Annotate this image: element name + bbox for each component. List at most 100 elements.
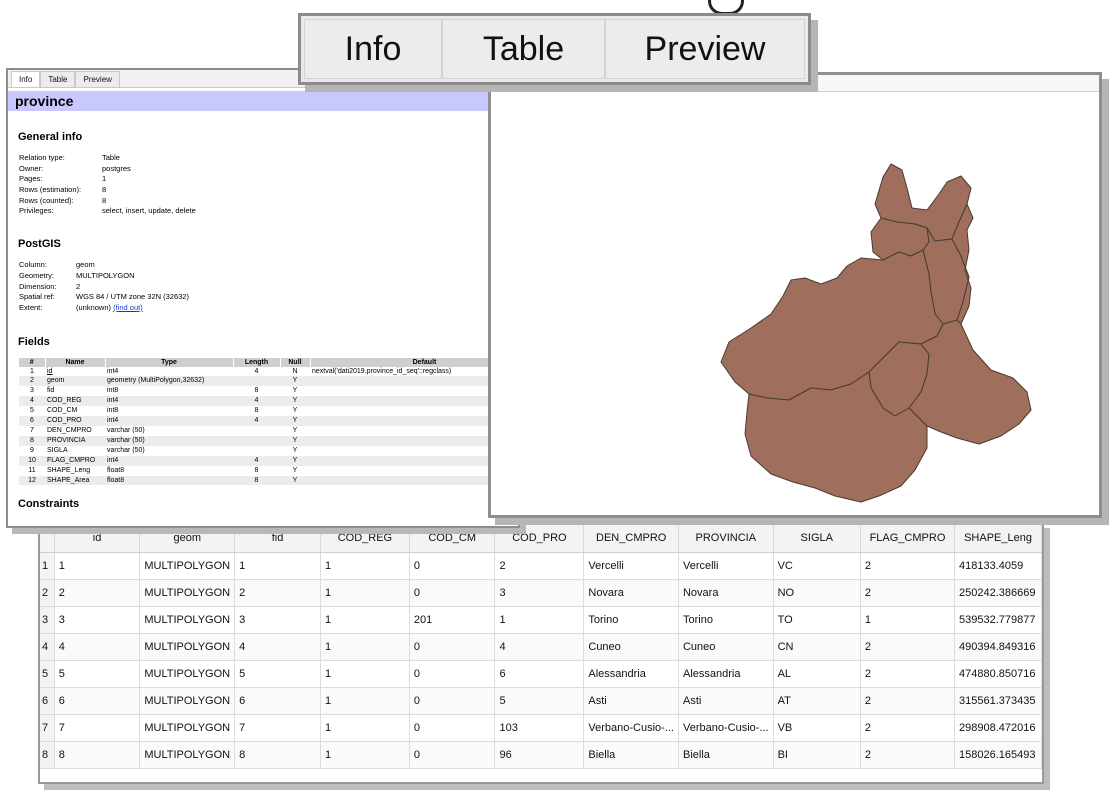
table-cell[interactable]: Novara: [678, 579, 774, 607]
table-cell[interactable]: 1: [494, 606, 585, 634]
table-cell[interactable]: 2: [494, 552, 585, 580]
table-cell[interactable]: BI: [773, 741, 861, 769]
table-cell[interactable]: 1: [320, 714, 410, 742]
table-row[interactable]: 3 3 MULTIPOLYGON 3 1 201 1 Torino Torino TO 1 53953…: [40, 606, 1042, 634]
table-cell[interactable]: 2: [860, 714, 956, 742]
table-cell[interactable]: 1: [320, 660, 410, 688]
table-cell[interactable]: MULTIPOLYGON: [139, 579, 236, 607]
table-cell[interactable]: MULTIPOLYGON: [139, 687, 236, 715]
row-number[interactable]: 5: [40, 660, 55, 688]
table-cell[interactable]: Biella: [583, 741, 679, 769]
table-cell[interactable]: 2: [234, 579, 321, 607]
column-header[interactable]: FLAG_CMPRO: [860, 524, 956, 553]
tab-table[interactable]: Table: [40, 71, 76, 87]
table-cell[interactable]: 0: [409, 687, 496, 715]
table-cell[interactable]: 250242.386669: [954, 579, 1042, 607]
table-cell[interactable]: 4: [234, 633, 321, 661]
table-cell[interactable]: 5: [494, 687, 585, 715]
table-cell[interactable]: 7: [234, 714, 321, 742]
table-cell[interactable]: 1: [320, 552, 410, 580]
table-cell[interactable]: 3: [234, 606, 321, 634]
table-cell[interactable]: 1: [320, 741, 410, 769]
column-header[interactable]: COD_REG: [320, 524, 410, 553]
zoom-tab-table[interactable]: Table: [442, 19, 605, 79]
table-cell[interactable]: Torino: [678, 606, 774, 634]
row-number[interactable]: 6: [40, 687, 55, 715]
table-row[interactable]: 5 5 MULTIPOLYGON 5 1 0 6 Alessandria Alessandria…: [40, 660, 1042, 688]
table-cell[interactable]: AT: [773, 687, 861, 715]
table-cell[interactable]: 474880.850716: [954, 660, 1042, 688]
table-cell[interactable]: 0: [409, 552, 496, 580]
table-cell[interactable]: 0: [409, 741, 496, 769]
table-cell[interactable]: 6: [54, 687, 141, 715]
table-cell[interactable]: 158026.165493: [954, 741, 1042, 769]
table-cell[interactable]: MULTIPOLYGON: [139, 552, 236, 580]
table-cell[interactable]: 315561.373435: [954, 687, 1042, 715]
table-cell[interactable]: 3: [494, 579, 585, 607]
table-cell[interactable]: 1: [54, 552, 141, 580]
table-cell[interactable]: 5: [234, 660, 321, 688]
column-header[interactable]: fid: [234, 524, 321, 553]
table-cell[interactable]: Verbano-Cusio-...: [583, 714, 679, 742]
table-cell[interactable]: MULTIPOLYGON: [139, 633, 236, 661]
table-cell[interactable]: Cuneo: [583, 633, 679, 661]
table-cell[interactable]: 3: [54, 606, 141, 634]
find-out-link[interactable]: (find out): [113, 303, 143, 314]
table-cell[interactable]: MULTIPOLYGON: [139, 741, 236, 769]
table-cell[interactable]: 201: [409, 606, 496, 634]
table-cell[interactable]: VC: [773, 552, 861, 580]
tab-preview[interactable]: Preview: [75, 71, 120, 87]
table-cell[interactable]: 96: [494, 741, 585, 769]
row-number[interactable]: 8: [40, 741, 55, 769]
row-number[interactable]: 7: [40, 714, 55, 742]
table-cell[interactable]: 0: [409, 633, 496, 661]
table-cell[interactable]: 2: [860, 687, 956, 715]
table-cell[interactable]: Verbano-Cusio-...: [678, 714, 774, 742]
column-header[interactable]: SHAPE_Leng: [954, 524, 1042, 553]
table-cell[interactable]: Alessandria: [583, 660, 679, 688]
zoom-tab-info[interactable]: Info: [304, 19, 442, 79]
table-cell[interactable]: 2: [860, 741, 956, 769]
column-header[interactable]: COD_CM: [409, 524, 496, 553]
table-cell[interactable]: Asti: [678, 687, 774, 715]
table-cell[interactable]: VB: [773, 714, 861, 742]
table-cell[interactable]: 2: [860, 660, 956, 688]
row-number[interactable]: 1: [40, 552, 55, 580]
table-row[interactable]: 8 8 MULTIPOLYGON 8 1 0 96 Biella Biella BI 2 158026…: [40, 741, 1042, 769]
table-cell[interactable]: 2: [860, 552, 956, 580]
column-header[interactable]: COD_PRO: [494, 524, 585, 553]
table-cell[interactable]: 0: [409, 714, 496, 742]
table-cell[interactable]: Asti: [583, 687, 679, 715]
table-cell[interactable]: 2: [860, 633, 956, 661]
column-header[interactable]: PROVINCIA: [678, 524, 774, 553]
table-cell[interactable]: 418133.4059: [954, 552, 1042, 580]
table-cell[interactable]: 1: [320, 606, 410, 634]
table-cell[interactable]: Vercelli: [583, 552, 679, 580]
table-cell[interactable]: 0: [409, 660, 496, 688]
table-row[interactable]: 1 1 MULTIPOLYGON 1 1 0 2 Vercelli Vercelli VC 2 418…: [40, 552, 1042, 580]
table-cell[interactable]: 539532.779877: [954, 606, 1042, 634]
table-cell[interactable]: 0: [409, 579, 496, 607]
table-cell[interactable]: 2: [860, 579, 956, 607]
table-cell[interactable]: TO: [773, 606, 861, 634]
table-cell[interactable]: 6: [494, 660, 585, 688]
table-cell[interactable]: 4: [54, 633, 141, 661]
table-cell[interactable]: Novara: [583, 579, 679, 607]
row-number[interactable]: 4: [40, 633, 55, 661]
table-cell[interactable]: 8: [54, 741, 141, 769]
table-cell[interactable]: MULTIPOLYGON: [139, 660, 236, 688]
table-cell[interactable]: CN: [773, 633, 861, 661]
table-cell[interactable]: 298908.472016: [954, 714, 1042, 742]
table-cell[interactable]: 6: [234, 687, 321, 715]
table-cell[interactable]: 7: [54, 714, 141, 742]
column-header[interactable]: SIGLA: [773, 524, 861, 553]
table-cell[interactable]: Alessandria: [678, 660, 774, 688]
table-cell[interactable]: 1: [234, 552, 321, 580]
column-header[interactable]: DEN_CMPRO: [583, 524, 679, 553]
table-cell[interactable]: 1: [320, 633, 410, 661]
table-cell[interactable]: MULTIPOLYGON: [139, 714, 236, 742]
zoom-tab-preview[interactable]: Preview: [605, 19, 805, 79]
table-cell[interactable]: 8: [234, 741, 321, 769]
table-cell[interactable]: 103: [494, 714, 585, 742]
table-cell[interactable]: 5: [54, 660, 141, 688]
